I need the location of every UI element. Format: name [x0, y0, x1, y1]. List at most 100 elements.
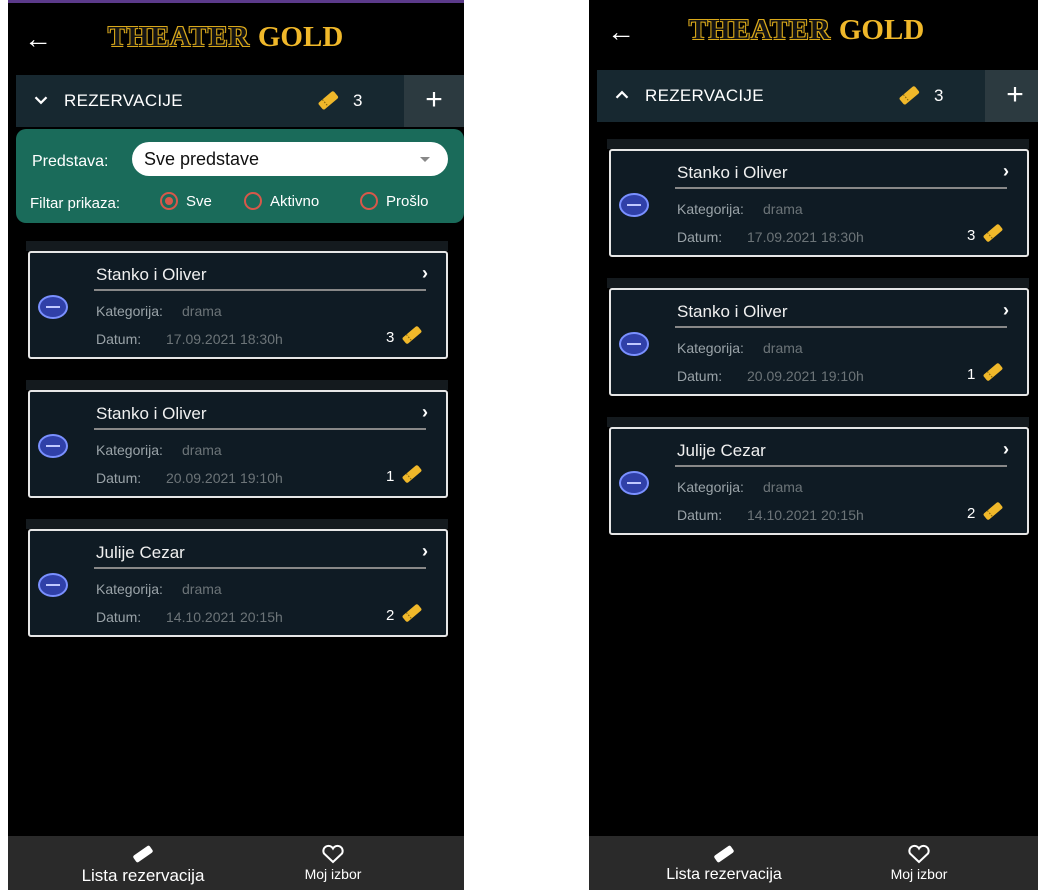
reservations-count: 3: [353, 91, 363, 110]
app-logo: THEATER GOLD: [689, 14, 925, 46]
date-label: Datum:: [96, 609, 142, 625]
heart-icon: [908, 844, 930, 864]
reservation-card[interactable]: Stanko i Oliver › Kategorija: drama Datu…: [609, 149, 1029, 257]
heart-icon: [322, 844, 344, 864]
back-arrow-icon[interactable]: ←: [607, 18, 635, 46]
caret-down-icon: [420, 157, 430, 162]
reservations-header[interactable]: REZERVACIJE 3 +: [16, 75, 464, 127]
category-value: drama: [763, 340, 803, 356]
show-title: Julije Cezar: [96, 543, 185, 562]
date-value: 20.09.2021 19:10h: [747, 368, 864, 384]
phone-screen-expanded: ← THEATER GOLD REZERVACIJE 3 + Predstava:…: [8, 0, 464, 890]
category-label: Kategorija:: [96, 581, 163, 597]
category-value: drama: [182, 581, 222, 597]
date-label: Datum:: [677, 368, 723, 384]
nav-reservations-list[interactable]: Lista rezervacija: [649, 836, 799, 890]
chevron-right-icon[interactable]: ›: [422, 263, 428, 284]
chevron-up-icon[interactable]: [611, 84, 633, 106]
date-label: Datum:: [96, 470, 142, 486]
reservations-count: 3: [934, 86, 944, 105]
show-title: Stanko i Oliver: [96, 404, 207, 423]
show-select[interactable]: Sve predstave: [132, 142, 448, 176]
app-logo: THEATER GOLD: [108, 21, 344, 53]
add-reservation-button[interactable]: +: [404, 75, 464, 127]
category-label: Kategorija:: [677, 201, 744, 217]
reservation-card[interactable]: Stanko i Oliver › Kategorija: drama Datu…: [609, 288, 1029, 396]
date-label: Datum:: [96, 331, 142, 347]
reservations-header[interactable]: REZERVACIJE 3 +: [597, 70, 1038, 122]
show-title: Stanko i Oliver: [677, 302, 788, 321]
date-value: 14.10.2021 20:15h: [166, 609, 283, 625]
divider: [675, 187, 1007, 189]
date-label: Datum:: [677, 507, 723, 523]
nav-label: Moj izbor: [304, 866, 362, 882]
chevron-right-icon[interactable]: ›: [1003, 439, 1009, 460]
card-shadow: [26, 241, 448, 251]
nav-reservations-list[interactable]: Lista rezervacija: [68, 836, 218, 890]
radio-unchecked-icon: [360, 192, 378, 210]
divider: [94, 428, 426, 430]
bottom-navigation: Lista rezervacija Moj izbor: [8, 836, 464, 890]
ticket-icon: [983, 502, 1003, 520]
show-label: Predstava:: [32, 153, 109, 170]
card-shadow: [26, 519, 448, 529]
back-arrow-icon[interactable]: ←: [24, 25, 52, 53]
date-label: Datum:: [677, 229, 723, 245]
show-title: Stanko i Oliver: [677, 163, 788, 182]
category-label: Kategorija:: [677, 340, 744, 356]
chevron-down-icon[interactable]: [30, 89, 52, 111]
reservation-card[interactable]: Stanko i Oliver › Kategorija: drama Datu…: [28, 251, 448, 359]
theater-logo-icon: [38, 434, 68, 458]
ticket-icon: [714, 845, 734, 863]
app-bar: ← THEATER GOLD: [8, 3, 464, 75]
category-label: Kategorija:: [96, 442, 163, 458]
nav-label: Moj izbor: [890, 866, 948, 882]
divider: [94, 289, 426, 291]
card-shadow: [26, 380, 448, 390]
add-reservation-button[interactable]: +: [985, 70, 1038, 122]
ticket-icon: [402, 326, 422, 344]
show-select-value: Sve predstave: [144, 149, 260, 169]
plus-icon: +: [1006, 78, 1024, 111]
ticket-icon: [899, 86, 920, 105]
chevron-right-icon[interactable]: ›: [1003, 161, 1009, 182]
ticket-count: 3: [967, 227, 976, 244]
ticket-count: 3: [386, 329, 395, 346]
bottom-navigation: Lista rezervacija Moj izbor: [589, 836, 1038, 890]
divider: [675, 326, 1007, 328]
nav-label: Lista rezervacija: [81, 866, 205, 885]
category-value: drama: [182, 303, 222, 319]
chevron-right-icon[interactable]: ›: [1003, 300, 1009, 321]
theater-logo-icon: [38, 295, 68, 319]
reservations-title: REZERVACIJE: [64, 91, 183, 110]
reservations-title: REZERVACIJE: [645, 86, 764, 105]
reservation-card[interactable]: Julije Cezar › Kategorija: drama Datum: …: [28, 529, 448, 637]
card-shadow: [607, 417, 1029, 427]
nav-my-choice[interactable]: Moj izbor: [844, 836, 994, 890]
date-value: 17.09.2021 18:30h: [747, 229, 864, 245]
category-label: Kategorija:: [96, 303, 163, 319]
date-value: 17.09.2021 18:30h: [166, 331, 283, 347]
show-title: Julije Cezar: [677, 441, 766, 460]
chevron-right-icon[interactable]: ›: [422, 541, 428, 562]
ticket-icon: [318, 91, 339, 110]
filter-panel: Predstava: Sve predstave Filtar prikaza:…: [16, 129, 464, 223]
ticket-icon: [402, 465, 422, 483]
theater-logo-icon: [619, 193, 649, 217]
chevron-right-icon[interactable]: ›: [422, 402, 428, 423]
reservation-card[interactable]: Julije Cezar › Kategorija: drama Datum: …: [609, 427, 1029, 535]
ticket-icon: [133, 845, 153, 863]
card-shadow: [607, 139, 1029, 149]
nav-my-choice[interactable]: Moj izbor: [258, 836, 408, 890]
date-value: 14.10.2021 20:15h: [747, 507, 864, 523]
phone-screen-collapsed: ← THEATER GOLD REZERVACIJE 3 + Stanko i O…: [589, 0, 1038, 890]
reservation-card[interactable]: Stanko i Oliver › Kategorija: drama Datu…: [28, 390, 448, 498]
divider: [94, 567, 426, 569]
divider: [675, 465, 1007, 467]
theater-logo-icon: [38, 573, 68, 597]
category-value: drama: [182, 442, 222, 458]
category-label: Kategorija:: [677, 479, 744, 495]
theater-logo-icon: [619, 332, 649, 356]
radio-unchecked-icon: [244, 192, 262, 210]
show-title: Stanko i Oliver: [96, 265, 207, 284]
